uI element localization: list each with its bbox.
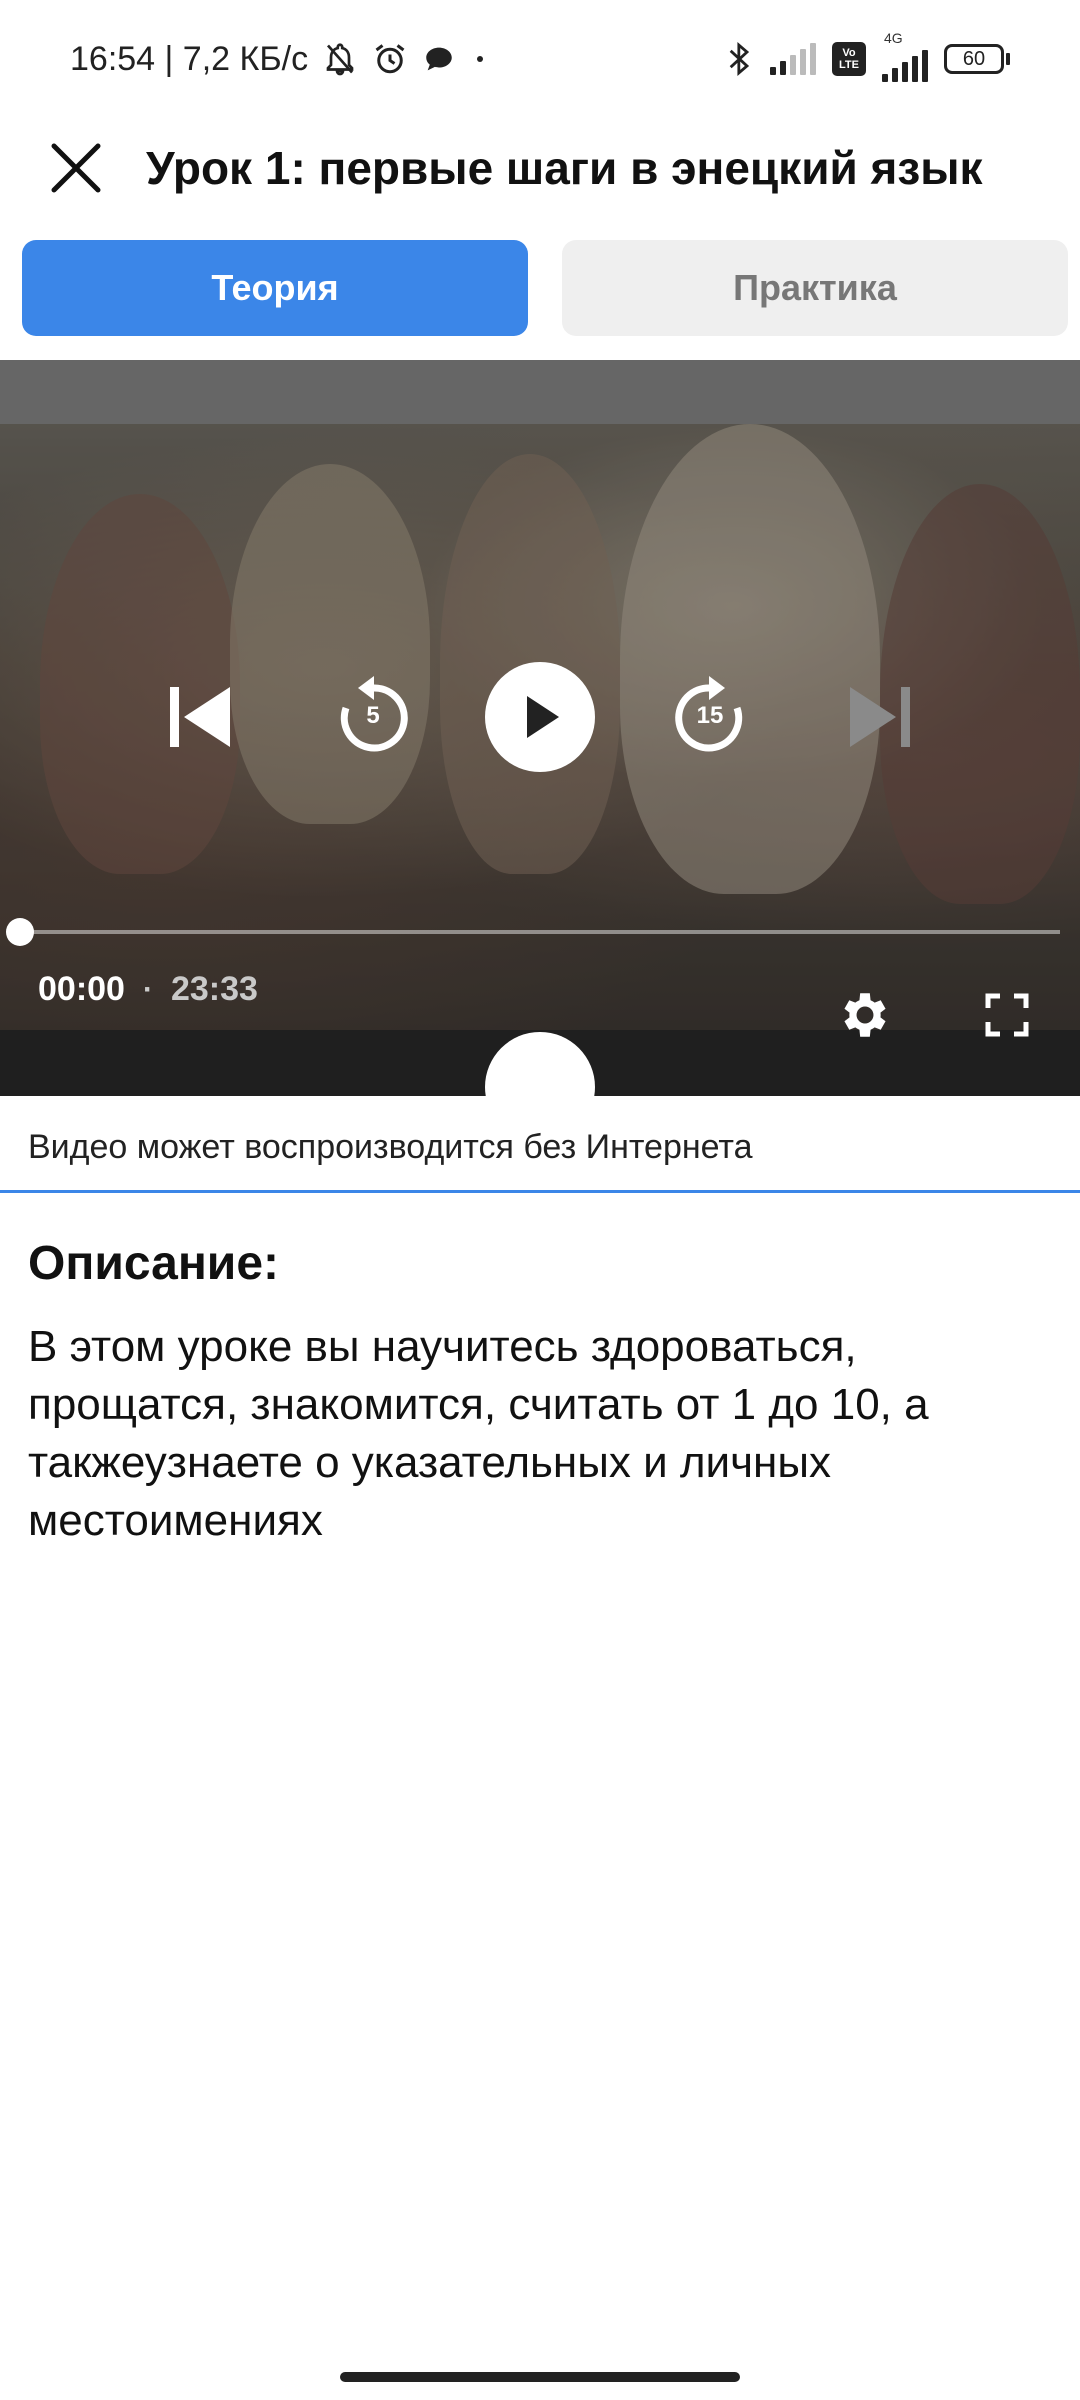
current-time: 00:00 — [38, 970, 125, 1008]
app-header: Урок 1: первые шаги в энецкий язык — [0, 118, 1080, 218]
page-title: Урок 1: первые шаги в энецкий язык — [146, 142, 983, 194]
description-text: В этом уроке вы научитесь здороваться, п… — [28, 1322, 929, 1545]
tab-theory[interactable]: Теория — [22, 240, 528, 336]
divider — [0, 1190, 1080, 1193]
duration: 23:33 — [170, 970, 258, 1008]
rewind-seconds-label: 5 — [366, 702, 380, 729]
fullscreen-button[interactable] — [972, 980, 1042, 1050]
forward-seconds-label: 15 — [696, 702, 724, 729]
video-player[interactable]: 5 15 00:00 · 23:33 — [0, 360, 1080, 1096]
bell-muted-icon — [322, 41, 358, 77]
gear-icon — [844, 993, 886, 1037]
settings-button[interactable] — [830, 980, 900, 1050]
offline-note: Видео может воспроизводится без Интернет… — [28, 1128, 753, 1166]
lesson-screen: 16:54 | 7,2 КБ/с Vo LTE 4G 60 Урок 1: пе… — [0, 0, 1080, 2400]
signal-sim1-icon — [770, 43, 816, 75]
time-display: 00:00 · 23:33 — [38, 970, 258, 1009]
video-top-band — [0, 360, 1080, 424]
close-button[interactable] — [36, 128, 116, 208]
status-bar-right: Vo LTE 4G 60 — [726, 30, 1010, 82]
skip-previous-button[interactable] — [150, 667, 250, 767]
skip-next-button[interactable] — [830, 667, 930, 767]
skip-previous-icon — [170, 687, 230, 747]
seek-bar-thumb[interactable] — [6, 918, 34, 946]
volte-top-label: Vo — [842, 47, 856, 59]
rewind-button[interactable]: 5 — [318, 662, 428, 772]
network-type-label: 4G — [884, 30, 903, 46]
battery-icon: 60 — [944, 44, 1010, 74]
tab-bar: Теория Практика — [22, 240, 1068, 338]
home-indicator[interactable] — [340, 2372, 740, 2382]
previous-button[interactable] — [150, 1032, 250, 1096]
forward-button[interactable]: 15 — [655, 662, 765, 772]
chat-bubble-icon — [422, 42, 456, 76]
play-button[interactable] — [485, 662, 595, 772]
notification-dot-icon — [470, 49, 490, 69]
description-heading: Описание: — [28, 1237, 279, 1290]
fullscreen-icon — [985, 993, 1029, 1037]
play-icon — [527, 696, 559, 738]
status-bar: 16:54 | 7,2 КБ/с Vo LTE 4G 60 — [0, 0, 1080, 118]
bluetooth-icon — [726, 40, 754, 78]
close-icon — [51, 143, 101, 193]
volte-icon: Vo LTE — [832, 42, 866, 76]
status-time-speed: 16:54 | 7,2 КБ/с — [70, 39, 309, 78]
signal-4g-icon: 4G — [882, 30, 928, 82]
status-bar-left: 16:54 | 7,2 КБ/с — [70, 40, 490, 79]
alarm-icon — [372, 41, 408, 77]
time-separator: · — [142, 972, 153, 1006]
battery-level: 60 — [962, 47, 986, 70]
seek-bar[interactable] — [6, 918, 1060, 946]
volte-bottom-label: LTE — [839, 59, 859, 71]
skip-next-icon — [850, 687, 910, 747]
tab-practice[interactable]: Практика — [562, 240, 1068, 336]
